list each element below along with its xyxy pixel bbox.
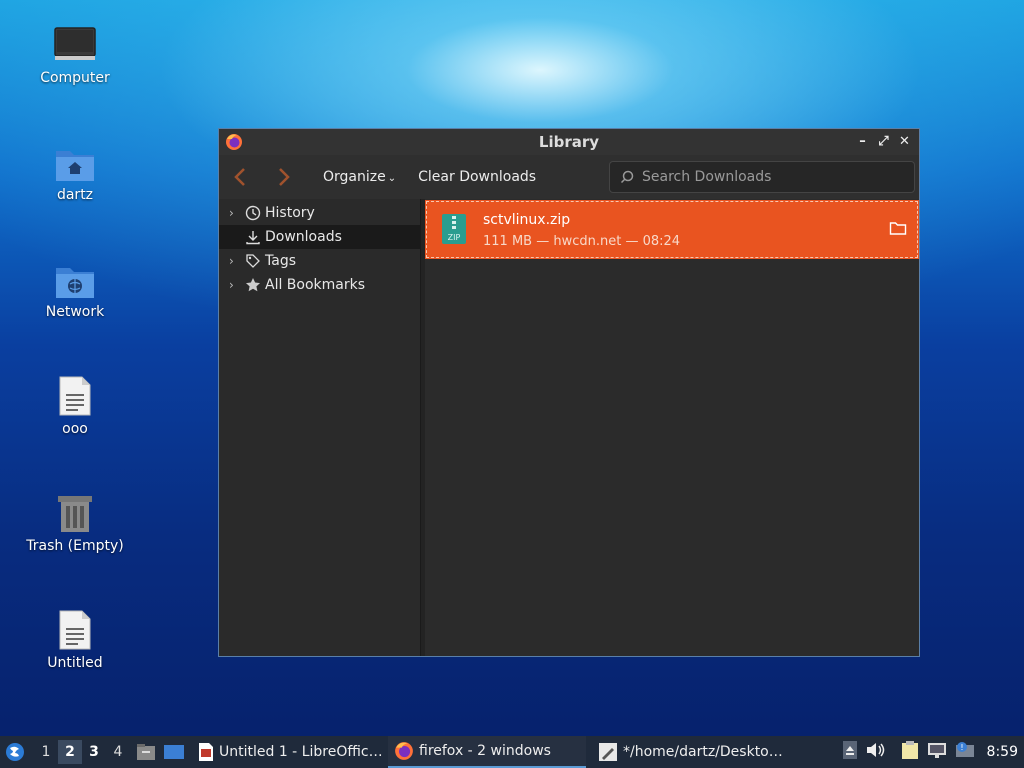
- window-titlebar[interactable]: Library – ⤢ ✕: [219, 129, 919, 155]
- home-folder-icon: [10, 139, 140, 183]
- chevron-right-icon[interactable]: ›: [229, 278, 243, 292]
- maximize-button[interactable]: ⤢: [875, 132, 892, 150]
- text-file-icon: [10, 373, 140, 417]
- star-icon: [243, 277, 263, 293]
- sidebar-item-all-bookmarks[interactable]: › All Bookmarks: [219, 273, 420, 297]
- desktop-icon-label: Computer: [40, 70, 110, 86]
- workspace-2[interactable]: 2: [58, 740, 82, 764]
- chevron-left-icon: [234, 168, 245, 186]
- eject-icon[interactable]: [842, 741, 857, 763]
- task-label: firefox - 2 windows: [419, 743, 551, 759]
- clock-icon: [243, 205, 263, 221]
- tag-icon: [243, 253, 263, 269]
- lxqt-logo-icon: [6, 743, 24, 761]
- close-button[interactable]: ✕: [896, 132, 913, 150]
- sidebar-item-label: Downloads: [265, 229, 342, 245]
- desktop-icon-trash[interactable]: Trash (Empty): [10, 490, 140, 554]
- workspace-4[interactable]: 4: [106, 740, 130, 764]
- download-filename: sctvlinux.zip: [483, 212, 571, 228]
- show-desktop-button[interactable]: [162, 740, 186, 764]
- start-menu-button[interactable]: [0, 736, 30, 768]
- task-label: Untitled 1 - LibreOffic…: [219, 744, 383, 760]
- task-firefox[interactable]: firefox - 2 windows: [388, 736, 586, 768]
- chevron-right-icon[interactable]: ›: [229, 206, 243, 220]
- sidebar-item-label: All Bookmarks: [265, 277, 366, 293]
- minimize-button[interactable]: –: [854, 132, 871, 150]
- text-editor-icon: [598, 742, 618, 762]
- desktop-icon-computer[interactable]: Computer: [10, 22, 140, 86]
- trash-icon: [10, 490, 140, 534]
- desktop-icon-dartz[interactable]: dartz: [10, 139, 140, 203]
- show-in-folder-button[interactable]: [889, 220, 907, 240]
- chevron-right-icon[interactable]: ›: [229, 254, 243, 268]
- taskbar: 1 2 3 4 Untitled 1 - LibreOffic… firefox…: [0, 736, 1024, 768]
- desktop-icon-label: Untitled: [47, 655, 103, 671]
- task-text-editor[interactable]: */home/dartz/Deskto…: [592, 736, 788, 768]
- organize-menu-button[interactable]: Organize ⌄: [323, 169, 396, 185]
- svg-text:!: !: [960, 743, 963, 752]
- system-tray: ! 8:59: [842, 736, 1024, 768]
- sidebar-item-history[interactable]: › History: [219, 201, 420, 225]
- forward-button[interactable]: [269, 162, 299, 192]
- search-input[interactable]: [642, 169, 902, 185]
- workspace-3[interactable]: 3: [82, 740, 106, 764]
- library-toolbar: Organize ⌄ Clear Downloads: [219, 155, 919, 199]
- sidebar-item-downloads[interactable]: Downloads: [219, 225, 420, 249]
- text-file-icon: [10, 607, 140, 651]
- downloads-list: ZIP sctvlinux.zip 111 MB — hwcdn.net — 0…: [425, 199, 919, 656]
- task-libreoffice[interactable]: Untitled 1 - LibreOffic…: [192, 736, 388, 768]
- desktop-icon-ooo[interactable]: ooo: [10, 373, 140, 437]
- sidebar-item-tags[interactable]: › Tags: [219, 249, 420, 273]
- monitor-icon: [10, 22, 140, 66]
- search-icon: [620, 170, 634, 184]
- organize-label: Organize: [323, 169, 386, 185]
- zip-file-icon: ZIP: [441, 213, 467, 249]
- desktop-icon-untitled[interactable]: Untitled: [10, 607, 140, 671]
- desktop-icon-label: ooo: [62, 421, 88, 437]
- task-label: */home/dartz/Deskto…: [623, 744, 783, 760]
- search-downloads-box[interactable]: [609, 161, 915, 193]
- sidebar-item-label: History: [265, 205, 315, 221]
- workspace-1[interactable]: 1: [34, 740, 58, 764]
- library-window: Library – ⤢ ✕ Organize ⌄ Clear Downloads …: [218, 128, 920, 657]
- folder-icon: [889, 222, 907, 235]
- chevron-down-icon: ⌄: [387, 173, 397, 184]
- back-button[interactable]: [225, 162, 255, 192]
- network-icon[interactable]: [927, 741, 947, 763]
- file-manager-launcher[interactable]: [134, 740, 158, 764]
- notification-icon[interactable]: !: [955, 741, 975, 763]
- download-meta: 111 MB — hwcdn.net — 08:24: [483, 234, 681, 249]
- download-item[interactable]: ZIP sctvlinux.zip 111 MB — hwcdn.net — 0…: [425, 200, 919, 259]
- desktop-icon-label: Network: [45, 304, 105, 320]
- desktop-icon-label: Trash (Empty): [26, 538, 124, 554]
- download-icon: [243, 229, 263, 245]
- clear-downloads-button[interactable]: Clear Downloads: [418, 169, 536, 185]
- libreoffice-writer-icon: [198, 742, 214, 762]
- volume-icon[interactable]: [865, 741, 885, 763]
- chevron-right-icon: [279, 168, 290, 186]
- network-folder-icon: [10, 256, 140, 300]
- window-title: Library: [538, 133, 600, 151]
- desktop-icon-network[interactable]: Network: [10, 256, 140, 320]
- svg-text:ZIP: ZIP: [448, 233, 461, 242]
- clipboard-icon[interactable]: [901, 740, 919, 764]
- desktop-icon: [164, 745, 184, 759]
- sidebar-item-label: Tags: [265, 253, 296, 269]
- library-sidebar: › History Downloads › Tags › All Bookmar…: [219, 199, 421, 656]
- clock[interactable]: 8:59: [987, 744, 1018, 760]
- firefox-icon: [394, 741, 414, 761]
- desktop-icon-label: dartz: [56, 187, 94, 203]
- file-manager-icon: [137, 744, 155, 760]
